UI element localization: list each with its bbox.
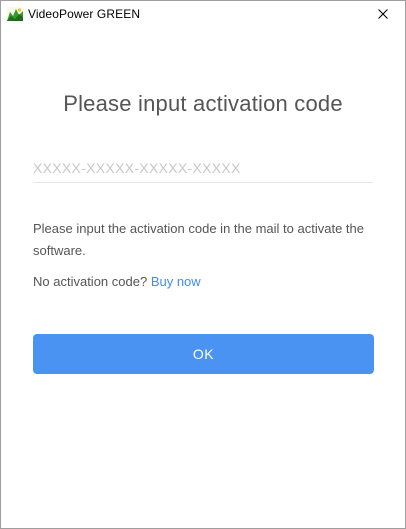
window-title: VideoPower GREEN xyxy=(28,7,141,21)
buy-now-link[interactable]: Buy now xyxy=(151,274,201,289)
activation-description: Please input the activation code in the … xyxy=(33,221,364,258)
close-button[interactable] xyxy=(361,1,405,29)
no-code-label: No activation code? xyxy=(33,274,148,289)
close-icon xyxy=(378,6,388,24)
activation-window: VideoPower GREEN Please input activation… xyxy=(0,0,406,529)
no-code-line: No activation code? Buy now xyxy=(33,272,201,292)
ok-button[interactable]: OK xyxy=(33,334,374,374)
app-logo-icon xyxy=(7,7,23,21)
dialog-heading: Please input activation code xyxy=(63,91,343,116)
activation-code-input[interactable] xyxy=(33,154,373,183)
title-bar: VideoPower GREEN xyxy=(1,1,405,29)
